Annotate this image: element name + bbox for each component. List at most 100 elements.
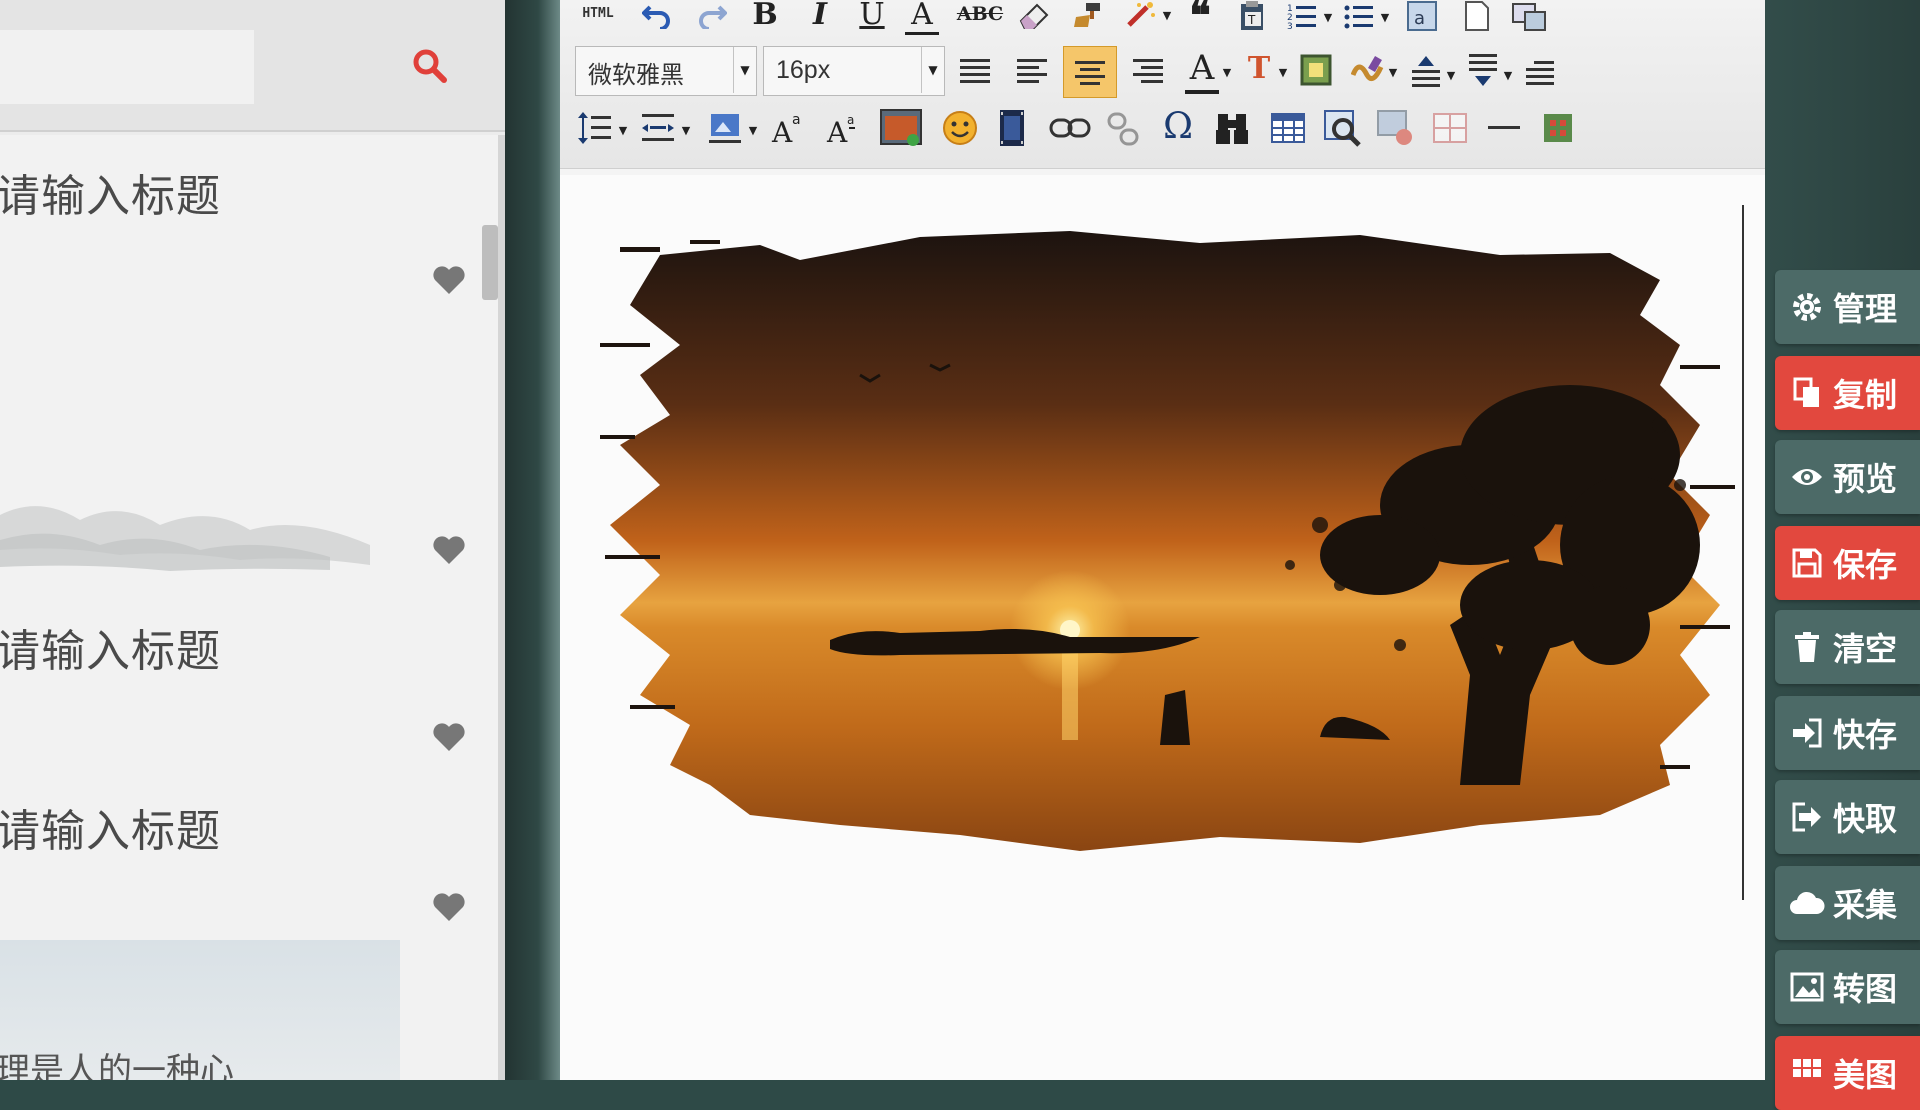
font-family-select[interactable]: 微软雅黑 ▼ — [575, 46, 757, 96]
auto-format-icon[interactable] — [1123, 0, 1159, 30]
quick-load-button[interactable]: 快取 — [1775, 780, 1920, 854]
heart-icon[interactable] — [432, 722, 466, 752]
chevron-down-icon[interactable]: ▼ — [748, 124, 758, 137]
beautify-image-button[interactable]: 美图 — [1775, 1036, 1920, 1110]
search-icon[interactable] — [410, 46, 450, 86]
scrollbar-thumb[interactable] — [482, 225, 498, 300]
link-icon[interactable] — [1048, 112, 1092, 144]
chevron-down-icon[interactable]: ▼ — [733, 47, 756, 93]
emotion-icon[interactable] — [940, 108, 980, 148]
highlight-icon[interactable] — [1350, 52, 1386, 88]
chevron-down-icon[interactable]: ▼ — [921, 47, 944, 93]
insert-table-icon[interactable] — [1268, 110, 1308, 146]
chevron-down-icon[interactable]: ▼ — [1222, 66, 1232, 79]
para-spacing-top-icon[interactable] — [1408, 52, 1444, 92]
align-right-icon[interactable] — [1128, 50, 1168, 90]
chevron-down-icon[interactable]: ▼ — [1323, 11, 1333, 24]
svg-text:a: a — [792, 112, 801, 128]
italic-icon[interactable]: I — [805, 0, 835, 32]
chevron-down-icon[interactable]: ▼ — [1503, 69, 1513, 82]
chevron-down-icon[interactable]: ▼ — [1278, 66, 1288, 79]
align-center-icon[interactable] — [1063, 46, 1117, 98]
insert-image-icon[interactable] — [878, 106, 924, 150]
preview-icon[interactable] — [1510, 0, 1550, 32]
background-color-icon[interactable]: T — [1242, 48, 1276, 88]
map-icon[interactable] — [1322, 108, 1362, 148]
convert-image-button[interactable]: 转图 — [1775, 950, 1920, 1024]
wordimage-icon[interactable]: a — [1405, 0, 1439, 32]
template-title[interactable]: 请输入标题 — [0, 795, 221, 859]
sunset-brush-image[interactable] — [600, 225, 1740, 875]
preview-button[interactable]: 预览 — [1775, 440, 1920, 514]
html-icon[interactable]: HTML — [575, 2, 621, 24]
editor-content-area[interactable] — [560, 175, 1765, 1080]
trash-icon — [1789, 629, 1825, 665]
subscript-icon[interactable]: Aa — [823, 108, 863, 148]
chevron-down-icon[interactable]: ▼ — [1162, 9, 1172, 22]
strikethrough-icon[interactable]: ABC — [957, 0, 1003, 28]
svg-text:A: A — [771, 116, 793, 146]
font-border-icon[interactable]: A — [905, 0, 939, 35]
copy-button[interactable]: 复制 — [1775, 356, 1920, 430]
search-bar — [0, 0, 505, 132]
copy-label: 复制 — [1833, 376, 1898, 414]
template-title[interactable]: 请输入标题 — [0, 615, 221, 679]
snapscreen-icon[interactable] — [1538, 108, 1578, 148]
ordered-list-icon[interactable]: 123 — [1285, 0, 1321, 32]
align-left-icon[interactable] — [1012, 50, 1052, 90]
template-body-text: 理是人的一种心 — [0, 1051, 234, 1080]
justify-icon[interactable] — [955, 50, 995, 90]
heart-icon[interactable] — [432, 265, 466, 295]
chevron-down-icon[interactable]: ▼ — [1380, 11, 1390, 24]
collect-button[interactable]: 采集 — [1775, 866, 1920, 940]
clear-button[interactable]: 清空 — [1775, 610, 1920, 684]
chevron-down-icon[interactable]: ▼ — [618, 124, 628, 137]
unordered-list-icon[interactable] — [1342, 0, 1378, 32]
beautify-image-label: 美图 — [1833, 1056, 1898, 1094]
heart-icon[interactable] — [432, 892, 466, 922]
chevron-down-icon[interactable]: ▼ — [1446, 69, 1456, 82]
quick-save-label: 快存 — [1833, 716, 1898, 754]
eraser-icon[interactable] — [1015, 0, 1053, 30]
preview-label: 预览 — [1833, 460, 1898, 498]
unlink-icon[interactable] — [1103, 110, 1143, 148]
new-page-icon[interactable] — [1460, 0, 1494, 32]
format-painter-icon[interactable] — [1068, 0, 1106, 30]
superscript-icon[interactable]: Aa — [768, 108, 808, 148]
insert-frame-icon[interactable] — [1375, 108, 1415, 148]
save-label: 保存 — [1833, 546, 1898, 584]
blockquote-icon[interactable]: ❝ — [1180, 0, 1220, 36]
image-align-icon[interactable] — [705, 108, 745, 148]
search-input[interactable] — [0, 30, 254, 104]
gear-icon — [1789, 289, 1825, 325]
copy-icon — [1789, 375, 1825, 411]
horizontal-rule-icon[interactable] — [1484, 110, 1524, 146]
chevron-down-icon[interactable]: ▼ — [1388, 66, 1398, 79]
undo-icon[interactable] — [640, 0, 674, 30]
search-replace-icon[interactable] — [1212, 108, 1252, 148]
save-button[interactable]: 保存 — [1775, 526, 1920, 600]
insert-image-frame-icon[interactable] — [1298, 52, 1334, 88]
heart-icon[interactable] — [432, 535, 466, 565]
font-color-icon[interactable]: A — [1185, 46, 1219, 94]
svg-text:a: a — [1414, 8, 1425, 29]
template-list[interactable]: 请输入标题 请输入标题 请输入标题 — [0, 135, 498, 1080]
font-size-select[interactable]: 16px ▼ — [763, 46, 945, 96]
svg-text:T: T — [1247, 13, 1256, 27]
insert-video-icon[interactable] — [992, 106, 1032, 150]
manage-button[interactable]: 管理 — [1775, 270, 1920, 344]
table-delete-icon[interactable] — [1430, 110, 1470, 146]
para-spacing-bottom-icon[interactable] — [1465, 50, 1501, 90]
line-height-icon[interactable] — [575, 108, 615, 148]
spacing-icon[interactable] — [638, 110, 678, 146]
chevron-down-icon[interactable]: ▼ — [681, 124, 691, 137]
template-title[interactable]: 请输入标题 — [0, 160, 221, 224]
redo-icon[interactable] — [695, 0, 729, 30]
bold-icon[interactable]: B — [748, 0, 782, 32]
special-char-icon[interactable]: Ω — [1158, 104, 1198, 148]
quick-save-button[interactable]: 快存 — [1775, 696, 1920, 770]
paste-text-icon[interactable]: T — [1235, 0, 1271, 32]
indent-icon[interactable] — [1522, 56, 1558, 90]
save-icon — [1789, 545, 1825, 581]
underline-icon[interactable]: U — [855, 0, 889, 32]
